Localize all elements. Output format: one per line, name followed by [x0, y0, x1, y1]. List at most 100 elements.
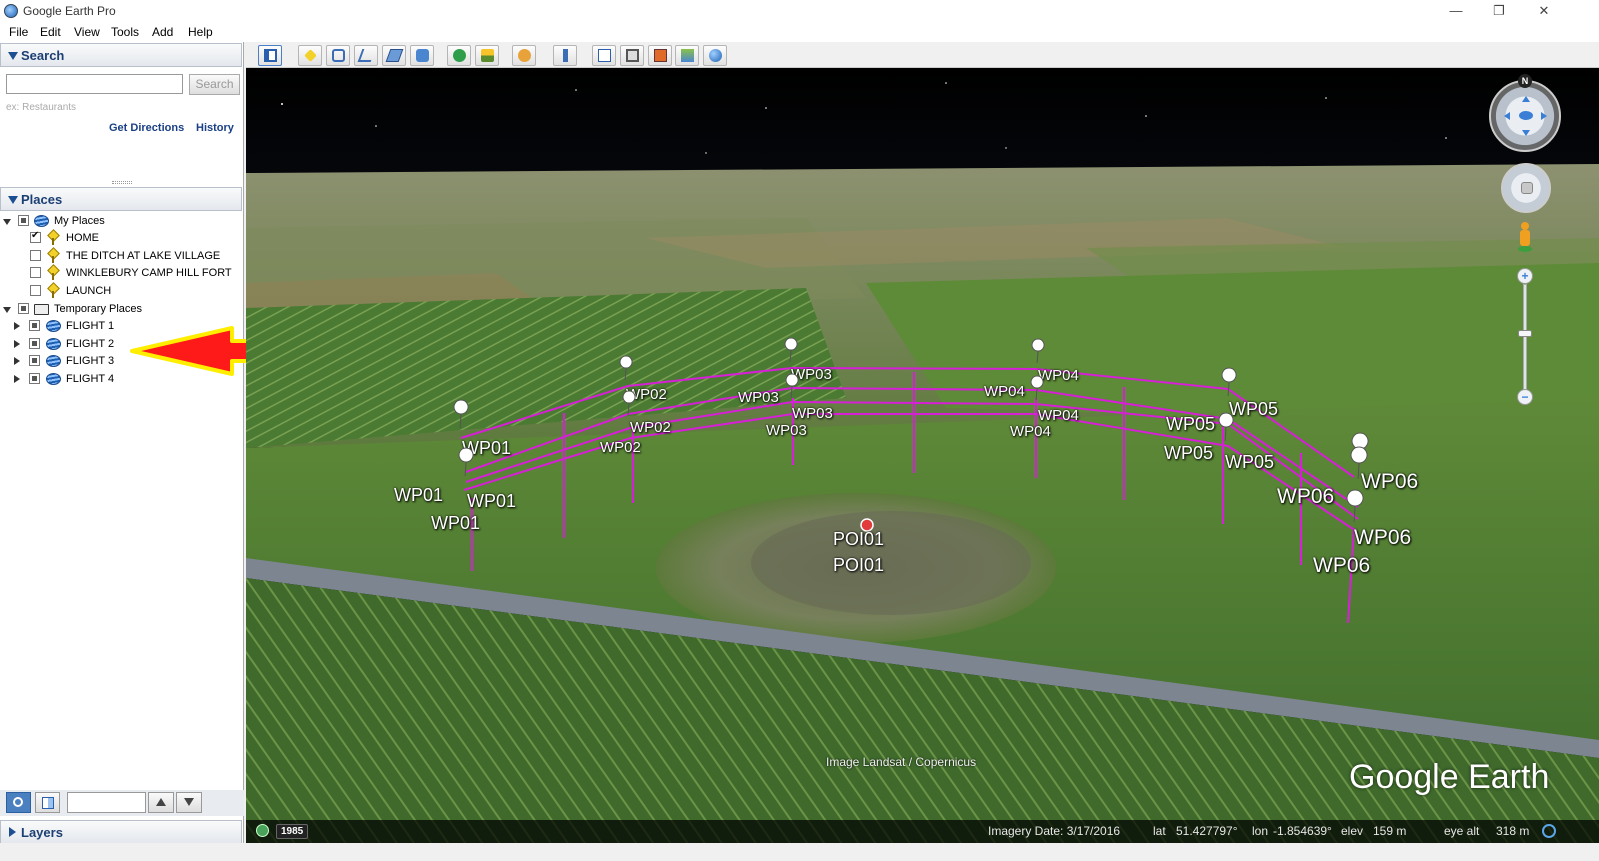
search-places-button[interactable] — [6, 792, 31, 813]
tree-item-temporary-places[interactable]: Temporary Places — [0, 301, 240, 318]
waypoint-label[interactable]: WP06 — [1313, 554, 1370, 578]
waypoint-label[interactable]: WP01 — [467, 491, 516, 512]
splitter-grip[interactable] — [112, 181, 132, 184]
tree-item-ditch[interactable]: THE DITCH AT LAKE VILLAGE — [0, 248, 240, 265]
layers-panel-header[interactable]: Layers — [0, 820, 242, 844]
checkbox[interactable] — [29, 373, 40, 384]
waypoint-label[interactable]: WP06 — [1354, 526, 1411, 550]
places-filter-input[interactable] — [67, 792, 146, 813]
look-down-arrow-icon[interactable] — [1522, 130, 1530, 136]
compass-north-icon[interactable]: N — [1518, 74, 1532, 88]
minimize-button[interactable]: — — [1441, 2, 1471, 20]
toggle-panel-button[interactable] — [35, 792, 60, 813]
checkbox[interactable] — [30, 285, 41, 296]
add-polygon-button[interactable] — [326, 45, 350, 66]
checkbox[interactable] — [29, 320, 40, 331]
historical-imagery-clock-icon[interactable] — [256, 824, 269, 837]
ruler-button[interactable] — [553, 45, 577, 66]
zoom-thumb[interactable] — [1518, 330, 1532, 337]
close-button[interactable]: ✕ — [1529, 2, 1559, 20]
add-image-overlay-button[interactable] — [382, 45, 406, 66]
sunlight-button[interactable] — [475, 45, 499, 66]
menu-tools[interactable]: Tools — [111, 25, 139, 39]
historical-imagery-button[interactable] — [447, 45, 471, 66]
menu-view[interactable]: View — [74, 25, 100, 39]
waypoint-label[interactable]: WP03 — [792, 405, 833, 422]
record-tour-button[interactable] — [410, 45, 434, 66]
poi-label[interactable]: POI01 — [833, 529, 884, 550]
checkbox[interactable] — [18, 303, 29, 314]
expand-arrow-icon[interactable] — [3, 307, 11, 313]
print-button[interactable] — [620, 45, 644, 66]
waypoint-label[interactable]: WP04 — [1010, 423, 1051, 440]
waypoint-label[interactable]: WP05 — [1225, 452, 1274, 473]
tree-item-home[interactable]: HOME — [0, 230, 240, 247]
waypoint-label[interactable]: WP01 — [462, 438, 511, 459]
street-view-pegman-icon[interactable] — [1518, 222, 1532, 252]
move-control[interactable] — [1501, 163, 1551, 213]
waypoint-label[interactable]: WP06 — [1277, 485, 1334, 509]
zoom-out-icon[interactable]: − — [1517, 389, 1533, 405]
expand-arrow-icon[interactable] — [14, 340, 20, 348]
waypoint-label[interactable]: WP03 — [791, 366, 832, 383]
menu-file[interactable]: File — [9, 25, 28, 39]
checkbox[interactable] — [30, 267, 41, 278]
map-view[interactable]: WP01 WP01 WP01 WP01 WP02 WP02 WP02 WP03 … — [246, 68, 1599, 843]
add-placemark-button[interactable] — [298, 45, 322, 66]
waypoint-label[interactable]: WP04 — [984, 383, 1025, 400]
tree-item-winklebury[interactable]: WINKLEBURY CAMP HILL FORT — [0, 265, 240, 282]
history-link[interactable]: History — [196, 122, 234, 134]
checkbox[interactable] — [18, 215, 29, 226]
menu-help[interactable]: Help — [188, 25, 213, 39]
zoom-slider[interactable]: + − — [1517, 268, 1533, 408]
checkbox[interactable] — [29, 338, 40, 349]
places-panel-header[interactable]: Places — [0, 187, 242, 211]
waypoint-label[interactable]: WP04 — [1038, 367, 1079, 384]
planets-button[interactable] — [512, 45, 536, 66]
historical-year-badge[interactable]: 1985 — [276, 824, 309, 839]
sidebar-toggle-button[interactable] — [258, 45, 282, 66]
waypoint-label[interactable]: WP03 — [738, 389, 779, 406]
menu-edit[interactable]: Edit — [40, 25, 61, 39]
waypoint-label[interactable]: WP02 — [626, 386, 667, 403]
checkbox[interactable] — [29, 355, 40, 366]
tree-item-launch[interactable]: LAUNCH — [0, 283, 240, 300]
search-panel-header[interactable]: Search — [0, 43, 242, 67]
search-button[interactable]: Search — [189, 74, 240, 95]
checkbox[interactable] — [30, 230, 41, 243]
expand-arrow-icon[interactable] — [14, 375, 20, 383]
waypoint-label[interactable]: WP06 — [1361, 470, 1418, 494]
maximize-button[interactable]: ❐ — [1484, 2, 1514, 20]
expand-arrow-icon[interactable] — [14, 322, 20, 330]
move-down-button[interactable] — [176, 792, 202, 813]
waypoint-label[interactable]: WP03 — [766, 422, 807, 439]
waypoint-label[interactable]: WP02 — [600, 439, 641, 456]
menu-add[interactable]: Add — [152, 25, 173, 39]
waypoint-label[interactable]: WP05 — [1166, 414, 1215, 435]
zoom-track[interactable] — [1523, 284, 1527, 390]
waypoint-label[interactable]: WP04 — [1038, 407, 1079, 424]
tree-item-my-places[interactable]: My Places — [0, 213, 240, 230]
look-right-arrow-icon[interactable] — [1541, 112, 1547, 120]
search-input[interactable] — [6, 74, 183, 94]
look-left-arrow-icon[interactable] — [1504, 112, 1510, 120]
expand-arrow-icon[interactable] — [14, 357, 20, 365]
look-up-arrow-icon[interactable] — [1522, 96, 1530, 102]
view-in-maps-button[interactable] — [675, 45, 699, 66]
email-button[interactable] — [592, 45, 616, 66]
get-directions-link[interactable]: Get Directions — [109, 122, 184, 134]
waypoint-label[interactable]: WP02 — [630, 419, 671, 436]
earth-gallery-button[interactable] — [703, 45, 727, 66]
add-path-button[interactable] — [354, 45, 378, 66]
waypoint-label[interactable]: WP01 — [394, 485, 443, 506]
look-control[interactable] — [1489, 80, 1561, 152]
waypoint-label[interactable]: WP01 — [431, 513, 480, 534]
waypoint-label[interactable]: WP05 — [1164, 443, 1213, 464]
checkbox[interactable] — [30, 250, 41, 261]
save-image-button[interactable] — [648, 45, 672, 66]
waypoint-label[interactable]: WP05 — [1229, 399, 1278, 420]
zoom-in-icon[interactable]: + — [1517, 268, 1533, 284]
move-up-button[interactable] — [148, 792, 174, 813]
poi-label[interactable]: POI01 — [833, 555, 884, 576]
expand-arrow-icon[interactable] — [3, 219, 11, 225]
